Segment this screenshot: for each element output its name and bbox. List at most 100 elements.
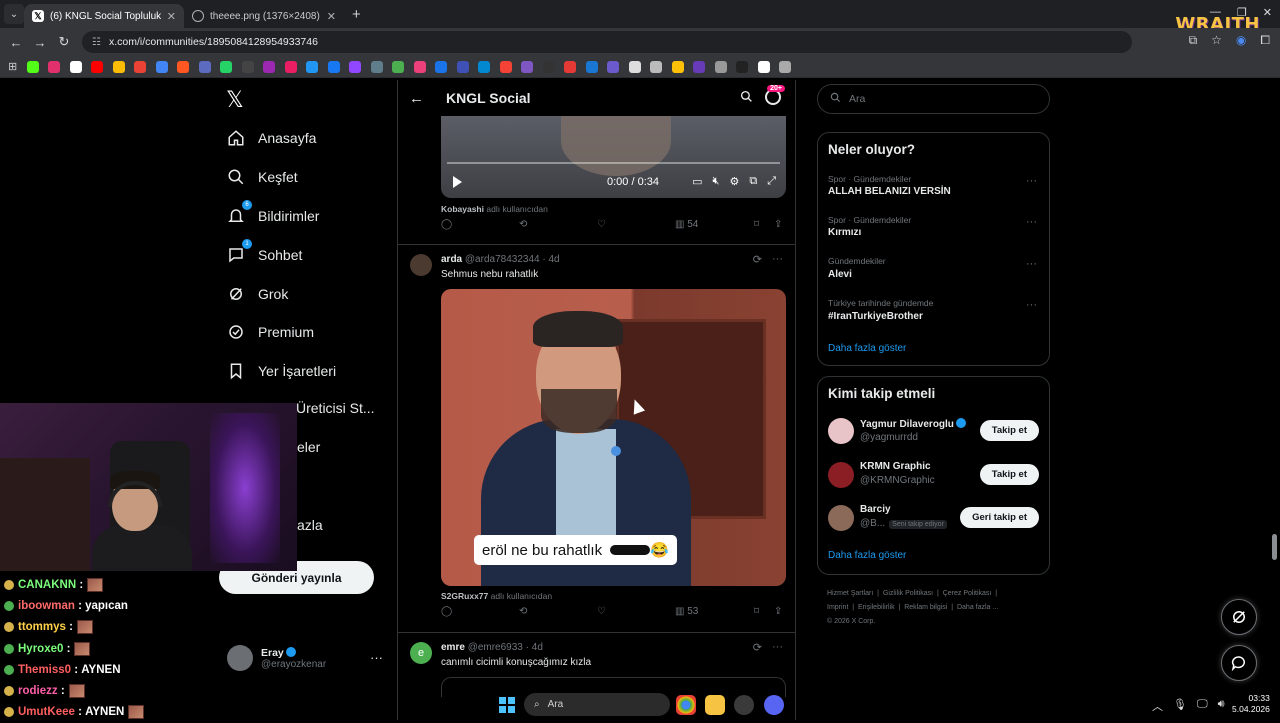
post-handle[interactable]: @emre6933 — [468, 642, 523, 653]
chevron-up-icon[interactable]: ︿ — [1152, 698, 1163, 714]
bookmark-icon[interactable] — [478, 60, 491, 73]
nav-item-premium[interactable]: Premium — [226, 322, 314, 342]
trend-more-icon[interactable]: ··· — [1026, 299, 1037, 311]
bookmark-icon[interactable] — [370, 60, 383, 73]
suggested-user-name[interactable]: Barciy — [860, 504, 891, 515]
bookmark-icon[interactable] — [69, 60, 82, 73]
forward-icon[interactable]: → — [28, 35, 52, 50]
bookmark-icon[interactable] — [134, 60, 147, 73]
bookmark-icon[interactable] — [714, 60, 727, 73]
microphone-icon[interactable]: 🎙︎ — [1173, 698, 1187, 714]
file-explorer-taskbar-icon[interactable] — [705, 695, 725, 715]
avatar[interactable] — [410, 254, 432, 276]
bookmark-icon[interactable] — [306, 60, 319, 73]
settings-icon[interactable]: ⚙︎ — [729, 175, 739, 188]
repost-icon[interactable]: ⟲ — [519, 606, 527, 617]
search-icon[interactable] — [740, 90, 753, 106]
play-icon[interactable] — [453, 176, 462, 188]
post-author[interactable]: emre — [441, 642, 465, 653]
nav-item-grok[interactable]: Grok — [226, 284, 288, 304]
mute-icon[interactable]: 🔇︎ — [713, 175, 720, 188]
share-icon[interactable]: ⇪ — [774, 219, 782, 230]
who-to-follow-show-more-link[interactable]: Daha fazla göster — [828, 550, 906, 561]
discord-taskbar-icon[interactable] — [764, 695, 784, 715]
video-progress-bar[interactable] — [447, 162, 780, 164]
reload-icon[interactable]: ↻ — [52, 34, 76, 50]
bookmark-icon[interactable]: ⌑ — [754, 606, 759, 617]
apps-icon[interactable]: ⊞ — [8, 60, 17, 73]
suggested-user-name[interactable]: Yagmur Dilaveroglu — [860, 418, 966, 430]
nav-item-notifications[interactable]: 6 Bildirimler — [226, 200, 319, 226]
follow-button[interactable]: Takip et — [979, 464, 1039, 485]
bookmark-icon[interactable]: ⌑ — [754, 219, 759, 230]
bookmark-icon[interactable] — [349, 60, 362, 73]
grok-icon[interactable]: ⟳ — [753, 641, 762, 654]
nav-item-creator-studio[interactable]: Üreticisi St... — [296, 400, 375, 416]
footer-link[interactable]: Erişilebilirlik — [858, 604, 895, 611]
like-icon[interactable]: ♡ — [597, 219, 606, 230]
app-taskbar-icon[interactable] — [734, 695, 754, 715]
avatar[interactable]: e — [410, 642, 432, 664]
more-icon[interactable]: ··· — [772, 253, 783, 266]
bookmark-icon[interactable] — [585, 60, 598, 73]
like-icon[interactable]: ♡ — [597, 606, 606, 617]
page-scrollbar[interactable] — [1272, 534, 1277, 560]
captions-icon[interactable]: ▭ — [692, 175, 702, 188]
browser-tab-image[interactable]: theeee.png (1376×2408) ✕ — [184, 4, 344, 28]
install-icon[interactable]: ⧉ — [1189, 33, 1198, 48]
search-input[interactable]: Ara — [817, 84, 1050, 114]
url-input[interactable]: ☷ x.com/i/communities/189508412895493374… — [82, 31, 1132, 53]
post-handle[interactable]: @arda78432344 — [465, 254, 540, 265]
bookmark-icon[interactable] — [628, 60, 641, 73]
trend-more-icon[interactable]: ··· — [1026, 258, 1037, 270]
tab-search-button[interactable]: ⌄ — [4, 4, 24, 24]
network-icon[interactable]: 🖵︎ — [1197, 698, 1208, 714]
chrome-taskbar-icon[interactable] — [676, 695, 696, 715]
video-player[interactable]: 0:00 / 0:34 ▭ 🔇︎ ⚙︎ ⧉ ⤢ — [441, 116, 786, 198]
bookmark-icon[interactable] — [155, 60, 168, 73]
trend-item[interactable]: #IranTurkiyeBrother — [828, 311, 923, 322]
bookmark-icon[interactable] — [607, 60, 620, 73]
source-user[interactable]: S2GRuxx77 — [441, 591, 488, 601]
windows-start-icon[interactable] — [499, 697, 515, 713]
back-arrow-icon[interactable]: ← — [409, 90, 424, 107]
site-info-icon[interactable]: ☷ — [92, 37, 101, 48]
nav-item-explore[interactable]: Keşfet — [226, 167, 298, 187]
bookmark-icon[interactable] — [26, 60, 39, 73]
post-author[interactable]: arda — [441, 254, 462, 265]
bookmark-icon[interactable] — [779, 60, 792, 73]
new-tab-button[interactable]: + — [352, 6, 361, 23]
bookmark-icon[interactable] — [413, 60, 426, 73]
trend-more-icon[interactable]: ··· — [1026, 175, 1037, 187]
views-icon[interactable]: ▥ 54 — [675, 219, 698, 230]
nav-item-bookmarks[interactable]: Yer İşaretleri — [226, 361, 336, 381]
taskbar-search-input[interactable]: ⌕ Ara — [524, 693, 670, 716]
puzzle-icon[interactable]: ⧠ — [1260, 33, 1270, 48]
account-more-icon[interactable]: ··· — [370, 650, 383, 665]
trend-item[interactable]: Kırmızı — [828, 227, 861, 238]
bookmark-icon[interactable] — [392, 60, 405, 73]
source-user[interactable]: Kobayashi — [441, 204, 484, 214]
bookmark-icon[interactable] — [327, 60, 340, 73]
share-icon[interactable]: ⇪ — [774, 606, 782, 617]
nav-item-home[interactable]: Anasayfa — [226, 128, 316, 148]
close-tab-icon[interactable]: ✕ — [327, 10, 336, 23]
bookmark-icon[interactable] — [671, 60, 684, 73]
trend-more-icon[interactable]: ··· — [1026, 216, 1037, 228]
bookmark-icon[interactable] — [650, 60, 663, 73]
repost-icon[interactable]: ⟲ — [519, 219, 527, 230]
follow-back-button[interactable]: Geri takip et — [960, 507, 1039, 528]
close-tab-icon[interactable]: ✕ — [167, 10, 176, 23]
bookmark-icon[interactable] — [220, 60, 233, 73]
pip-icon[interactable]: ⧉ — [749, 175, 757, 188]
close-window-icon[interactable]: ✕ — [1263, 6, 1272, 19]
bookmark-icon[interactable] — [693, 60, 706, 73]
bookmark-icon[interactable] — [499, 60, 512, 73]
footer-link[interactable]: Reklam bilgisi — [904, 604, 947, 611]
bookmark-icon[interactable] — [564, 60, 577, 73]
post-media[interactable]: eröl ne bu rahatlık 😂 — [441, 289, 786, 586]
avatar[interactable] — [828, 462, 854, 488]
fullscreen-icon[interactable]: ⤢ — [767, 175, 776, 188]
bookmark-icon[interactable] — [284, 60, 297, 73]
footer-link[interactable]: Imprint — [827, 604, 848, 611]
